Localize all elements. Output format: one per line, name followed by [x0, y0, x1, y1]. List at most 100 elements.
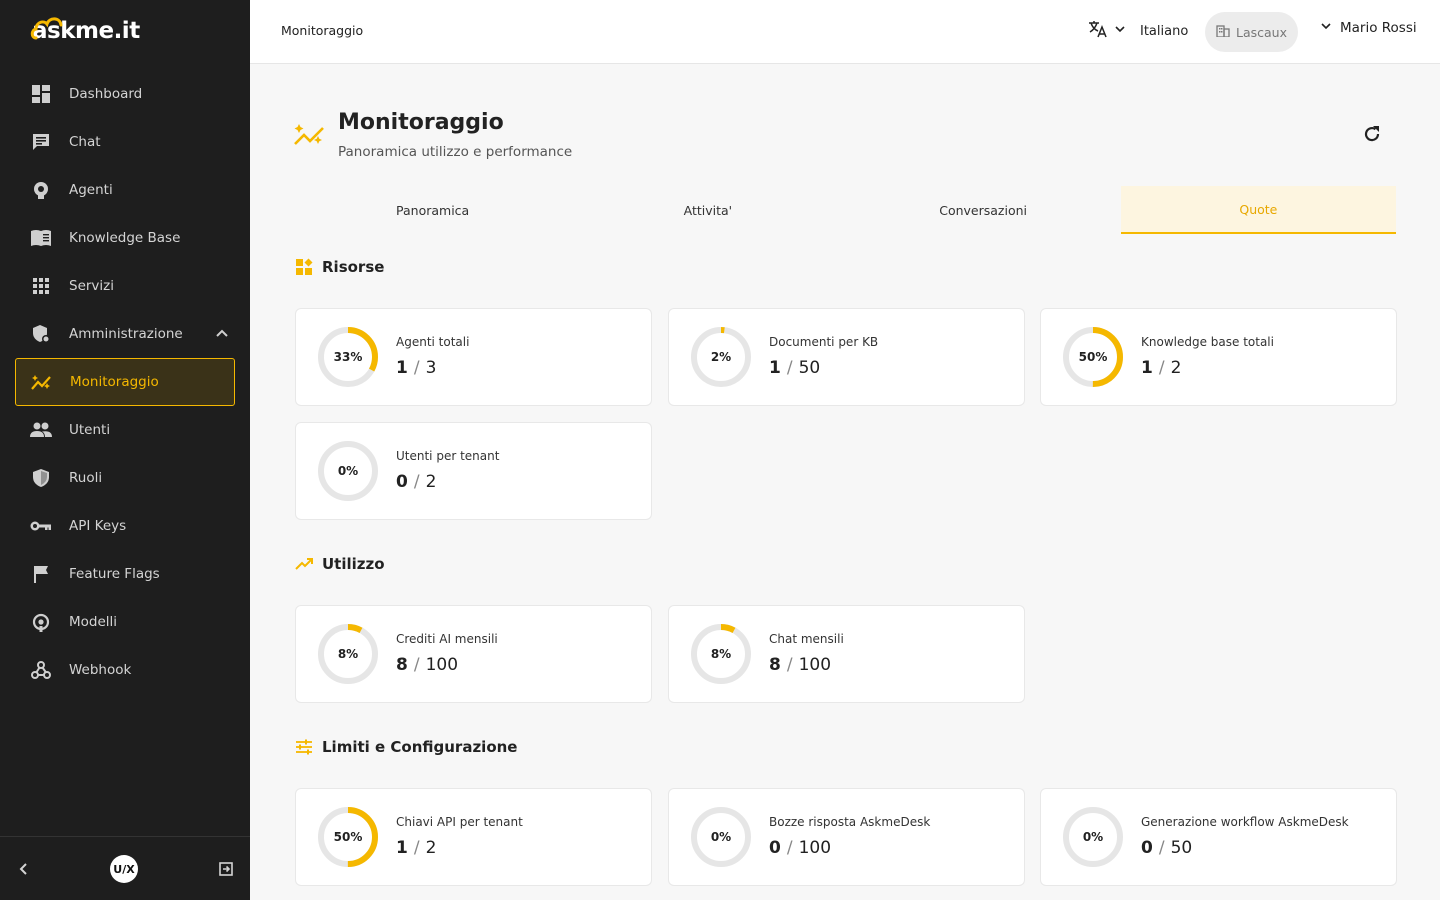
- logo[interactable]: askme.it: [30, 12, 140, 46]
- logout-icon[interactable]: [218, 861, 234, 881]
- quota-card: 0% Generazione workflow AskmeDesk 0/50: [1040, 788, 1397, 886]
- quota-value: 8/100: [396, 655, 458, 675]
- quota-value: 0/100: [769, 838, 831, 858]
- sidebar-item-api-keys[interactable]: API Keys: [15, 502, 235, 550]
- section-title-text: Utilizzo: [322, 555, 385, 573]
- sidebar-item-dashboard[interactable]: Dashboard: [15, 70, 235, 118]
- quota-separator: /: [1158, 838, 1165, 858]
- quota-label: Bozze risposta AskmeDesk: [769, 815, 931, 829]
- users-icon: [30, 419, 52, 441]
- tab-attivita[interactable]: Attivita': [570, 186, 845, 234]
- quota-separator: /: [786, 838, 793, 858]
- quota-used: 1: [769, 358, 781, 378]
- chevron-down-icon: [1320, 20, 1332, 36]
- sidebar-item-knowledge-base[interactable]: Knowledge Base: [15, 214, 235, 262]
- user-name: Mario Rossi: [1340, 20, 1417, 36]
- agent-icon: [30, 179, 52, 201]
- admin-shield-icon: [30, 323, 52, 345]
- quota-card: 8% Chat mensili 8/100: [668, 605, 1025, 703]
- gauge-percent: 8%: [337, 647, 359, 661]
- tab-conversazioni[interactable]: Conversazioni: [846, 186, 1121, 234]
- quota-label: Documenti per KB: [769, 335, 879, 349]
- quota-value: 1/50: [769, 358, 820, 378]
- quota-separator: /: [413, 655, 420, 675]
- quota-limit: 100: [798, 655, 832, 675]
- quota-card: 8% Crediti AI mensili 8/100: [295, 605, 652, 703]
- quota-label: Chiavi API per tenant: [396, 815, 523, 829]
- quota-label: Utenti per tenant: [396, 449, 500, 463]
- quota-card: 2% Documenti per KB 1/50: [668, 308, 1025, 406]
- tab-panoramica[interactable]: Panoramica: [295, 186, 570, 234]
- sidebar-item-label: Modelli: [69, 614, 118, 630]
- sidebar-item-utenti[interactable]: Utenti: [15, 406, 235, 454]
- top-bar: Monitoraggio Italiano Lascaux Mario Ross…: [250, 0, 1440, 64]
- quota-limit: 50: [798, 358, 821, 378]
- gauge-percent: 33%: [333, 350, 363, 364]
- sidebar-item-label: API Keys: [69, 518, 127, 534]
- sidebar: askme.it Dashboard Chat Agenti Knowledge…: [0, 0, 250, 900]
- refresh-icon[interactable]: [1362, 124, 1382, 148]
- sidebar-item-servizi[interactable]: Servizi: [15, 262, 235, 310]
- sidebar-item-label: Agenti: [69, 182, 113, 198]
- sidebar-item-monitoraggio[interactable]: Monitoraggio: [15, 358, 235, 406]
- monitoring-icon: [31, 371, 53, 393]
- sidebar-item-label: Monitoraggio: [70, 374, 159, 390]
- trending-up-icon: [295, 557, 313, 571]
- quota-value: 1/2: [396, 838, 436, 858]
- tenant-selector[interactable]: Lascaux: [1205, 12, 1298, 52]
- quota-limit: 2: [425, 472, 437, 492]
- chat-icon: [30, 131, 52, 153]
- quota-card: 50% Chiavi API per tenant 1/2: [295, 788, 652, 886]
- sidebar-item-label: Dashboard: [69, 86, 143, 102]
- quota-card: 50% Knowledge base totali 1/2: [1040, 308, 1397, 406]
- sidebar-item-chat[interactable]: Chat: [15, 118, 235, 166]
- section-title-text: Risorse: [322, 258, 385, 276]
- quota-value: 0/2: [396, 472, 436, 492]
- quota-label: Knowledge base totali: [1141, 335, 1274, 349]
- sidebar-item-feature-flags[interactable]: Feature Flags: [15, 550, 235, 598]
- cloud-logo-icon: [30, 17, 63, 40]
- sidebar-item-webhook[interactable]: Webhook: [15, 646, 235, 694]
- quota-label: Chat mensili: [769, 632, 844, 646]
- section-title-text: Limiti e Configurazione: [322, 738, 518, 756]
- page-title: Monitoraggio: [338, 110, 504, 135]
- sidebar-nav: Dashboard Chat Agenti Knowledge Base Ser…: [15, 70, 235, 694]
- gauge-percent: 0%: [337, 464, 359, 478]
- chevron-up-icon[interactable]: [215, 326, 229, 344]
- quota-separator: /: [786, 655, 793, 675]
- sidebar-item-agenti[interactable]: Agenti: [15, 166, 235, 214]
- brand-badge[interactable]: U/X: [110, 855, 138, 883]
- key-icon: [30, 515, 52, 537]
- quota-card: 33% Agenti totali 1/3: [295, 308, 652, 406]
- quota-label: Generazione workflow AskmeDesk: [1141, 815, 1349, 829]
- sidebar-item-amministrazione[interactable]: Amministrazione: [15, 310, 235, 358]
- model-icon: [30, 611, 52, 633]
- quota-value: 0/50: [1141, 838, 1192, 858]
- sidebar-item-label: Feature Flags: [69, 566, 160, 582]
- gauge-percent: 50%: [333, 830, 363, 844]
- sidebar-item-ruoli[interactable]: Ruoli: [15, 454, 235, 502]
- translate-icon: [1088, 20, 1108, 42]
- sidebar-footer: U/X: [0, 836, 250, 900]
- gauge-percent: 50%: [1078, 350, 1108, 364]
- gauge-percent: 0%: [1082, 830, 1104, 844]
- tenant-label: Lascaux: [1236, 24, 1287, 40]
- quota-used: 8: [396, 655, 408, 675]
- user-menu[interactable]: Mario Rossi: [1320, 20, 1417, 36]
- language-selector[interactable]: Italiano: [1088, 20, 1188, 42]
- quota-separator: /: [413, 472, 420, 492]
- sidebar-item-label: Chat: [69, 134, 101, 150]
- sidebar-item-modelli[interactable]: Modelli: [15, 598, 235, 646]
- quota-label: Agenti totali: [396, 335, 470, 349]
- quota-used: 1: [396, 358, 408, 378]
- quota-label: Crediti AI mensili: [396, 632, 498, 646]
- collapse-sidebar-icon[interactable]: [16, 861, 32, 881]
- breadcrumb[interactable]: Monitoraggio: [281, 23, 363, 38]
- tab-quote[interactable]: Quote: [1120, 186, 1396, 234]
- sidebar-item-label: Knowledge Base: [69, 230, 181, 246]
- sidebar-item-label: Ruoli: [69, 470, 103, 486]
- quota-value: 1/3: [396, 358, 436, 378]
- quota-card: 0% Bozze risposta AskmeDesk 0/100: [668, 788, 1025, 886]
- sidebar-item-label: Servizi: [69, 278, 115, 294]
- quota-limit: 2: [425, 838, 437, 858]
